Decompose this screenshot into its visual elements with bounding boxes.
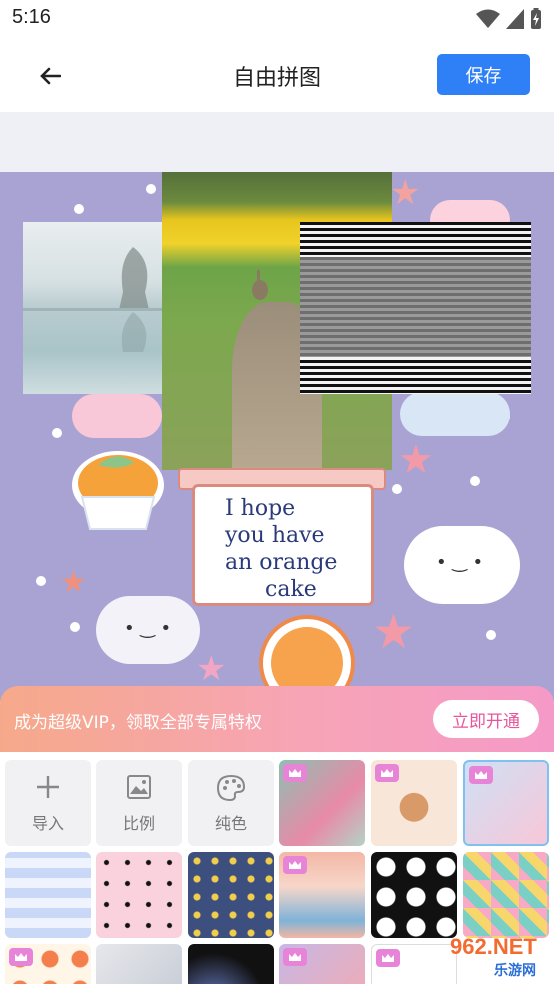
background-navy-stars[interactable] <box>188 852 274 938</box>
card-text: I hope you have an orange cake <box>225 495 337 603</box>
background-fruits[interactable] <box>5 944 91 984</box>
rabbit-graphic <box>252 270 268 300</box>
vip-crown-icon <box>375 764 399 782</box>
status-icons <box>476 8 542 30</box>
background-daisies-black[interactable] <box>371 852 457 938</box>
status-time: 5:16 <box>12 6 51 28</box>
background-tulips[interactable] <box>279 760 365 846</box>
vip-crown-icon <box>283 764 307 782</box>
vip-crown-icon <box>283 948 307 966</box>
cloud-face: • ‿ • <box>124 618 172 639</box>
background-pastel-abstract[interactable] <box>279 944 365 984</box>
star-sticker: ★ <box>390 173 421 213</box>
decor-dot <box>74 204 84 214</box>
cloud-sticker: • ‿ • <box>404 526 520 604</box>
card-line: you have <box>225 523 325 548</box>
card-line: cake <box>265 577 317 602</box>
background-geometric-confetti[interactable] <box>463 852 549 938</box>
wifi-icon <box>476 9 500 28</box>
vip-crown-icon <box>9 948 33 966</box>
decor-dot <box>486 630 496 640</box>
cake-sticker <box>72 451 164 530</box>
background-blue-plaid-bows[interactable] <box>5 852 91 938</box>
ratio-label: 比例 <box>122 814 155 833</box>
background-watercolor-roses[interactable] <box>279 852 365 938</box>
palette-icon <box>188 774 274 802</box>
star-sticker: ★ <box>398 437 434 483</box>
stripes-mid <box>300 257 531 357</box>
collage-canvas[interactable]: • ‿ • • ‿ • ★ ★ ★ ★ ★ I hope you have an… <box>0 172 554 702</box>
orange-cake-card-sticker: I hope you have an orange cake <box>192 484 374 606</box>
ratio-button[interactable]: 比例 <box>96 760 182 846</box>
cloud-sticker <box>72 394 162 438</box>
decor-dot <box>52 428 62 438</box>
watermark-sub: 乐游网 <box>494 963 536 979</box>
photo-striped-pattern[interactable] <box>300 222 531 394</box>
decor-dot <box>70 622 80 632</box>
title-bar: 自由拼图 保存 <box>0 38 554 112</box>
decor-dot <box>36 576 46 586</box>
watermark-brand: 962.NET <box>450 934 537 959</box>
vip-promo-text: 成为超级VIP，领取全部专属特权 <box>14 713 262 733</box>
import-button[interactable]: 导入 <box>5 760 91 846</box>
decor-dot <box>146 184 156 194</box>
image-icon <box>96 774 182 800</box>
photo-misty-lake[interactable] <box>23 222 163 394</box>
canvas-top-margin <box>0 112 554 172</box>
cloud-sticker: • ‿ • <box>96 596 200 664</box>
solid-color-button[interactable]: 纯色 <box>188 760 274 846</box>
save-button[interactable]: 保存 <box>437 54 530 95</box>
background-silver-glow[interactable] <box>96 944 182 984</box>
solid-color-label: 纯色 <box>214 814 247 833</box>
plus-icon <box>5 774 91 800</box>
decor-dot <box>470 476 480 486</box>
cloud-sticker <box>400 392 510 436</box>
background-rainbow-bear[interactable] <box>463 760 549 846</box>
site-watermark: 962.NET 乐游网 <box>420 930 550 984</box>
decor-dot <box>392 484 402 494</box>
background-pink-bows[interactable] <box>96 852 182 938</box>
background-dark-light-leak[interactable] <box>188 944 274 984</box>
vip-banner: 成为超级VIP，领取全部专属特权 立即开通 <box>0 686 554 752</box>
vip-crown-icon <box>469 766 493 784</box>
background-teddy-bear[interactable] <box>371 760 457 846</box>
card-line: an orange <box>225 550 338 575</box>
star-sticker: ★ <box>372 604 416 660</box>
vip-activate-button[interactable]: 立即开通 <box>433 700 539 738</box>
cloud-face: • ‿ • <box>436 552 484 573</box>
import-label: 导入 <box>31 814 64 833</box>
star-sticker: ★ <box>60 565 87 600</box>
vip-crown-icon <box>283 856 307 874</box>
battery-icon <box>531 8 541 29</box>
vip-crown-icon <box>376 949 400 967</box>
star-sticker: ★ <box>196 649 227 689</box>
status-bar: 5:16 <box>0 0 554 38</box>
card-line: I hope <box>225 496 296 521</box>
signal-icon <box>506 9 524 29</box>
tree-graphic <box>23 247 163 352</box>
